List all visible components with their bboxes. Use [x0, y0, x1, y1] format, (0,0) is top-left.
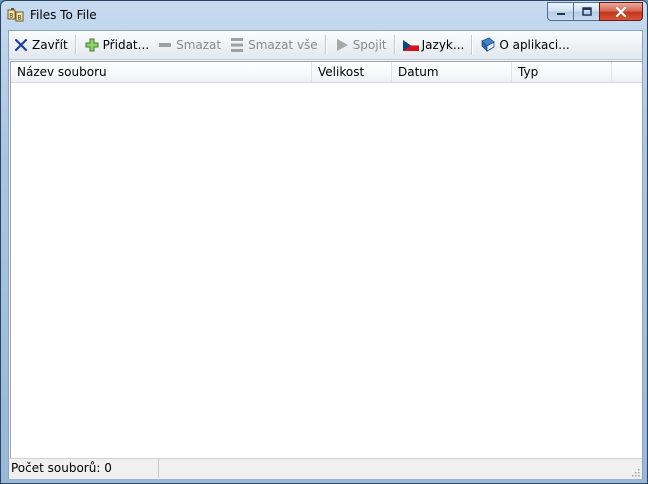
resize-grip-icon[interactable]: [630, 467, 640, 477]
column-header-filler: [612, 62, 642, 82]
remove-button-label: Smazat: [176, 38, 222, 52]
client-area: Zavřít Přidat... Smazat Smazat vše Spoji…: [8, 30, 643, 479]
language-button[interactable]: Jazyk...: [399, 33, 469, 57]
close-button[interactable]: Zavřít: [9, 33, 72, 57]
close-window-button[interactable]: [599, 2, 643, 21]
list-header: Název souboru Velikost Datum Typ: [11, 62, 642, 83]
minimize-icon: [556, 12, 565, 15]
list-minus-icon: [229, 37, 245, 53]
status-bar: Počet souborů: 0: [9, 458, 642, 479]
toolbar-separator: [393, 35, 396, 55]
join-button[interactable]: Spojit: [330, 33, 391, 57]
minimize-button[interactable]: [547, 2, 574, 21]
window-title: Files To File: [30, 8, 97, 22]
about-button-label: O aplikaci...: [499, 38, 570, 52]
caption-buttons: [547, 2, 643, 21]
remove-button[interactable]: Smazat: [153, 33, 225, 57]
file-list[interactable]: Název souboru Velikost Datum Typ: [10, 61, 643, 459]
column-header-type[interactable]: Typ: [512, 62, 612, 82]
add-button-label: Přidat...: [102, 38, 150, 52]
add-button[interactable]: Přidat...: [80, 33, 153, 57]
language-button-label: Jazyk...: [421, 38, 465, 52]
close-icon: [615, 6, 627, 17]
svg-text:B: B: [18, 15, 22, 22]
column-header-name[interactable]: Název souboru: [11, 62, 312, 82]
minus-icon: [157, 37, 173, 53]
maximize-icon: [581, 7, 592, 16]
toolbar: Zavřít Přidat... Smazat Smazat vše Spoji…: [9, 31, 642, 60]
join-button-label: Spojit: [352, 38, 387, 52]
about-button[interactable]: O aplikaci...: [476, 33, 573, 57]
close-button-label: Zavřít: [32, 38, 68, 52]
remove-all-button[interactable]: Smazat vše: [225, 33, 322, 57]
app-window: B B Files To File Zavřít Přidat... Smaza…: [0, 0, 648, 484]
column-header-date[interactable]: Datum: [392, 62, 512, 82]
play-icon: [334, 37, 350, 53]
column-header-size[interactable]: Velikost: [312, 62, 392, 82]
title-bar[interactable]: B B Files To File: [1, 1, 647, 29]
remove-all-button-label: Smazat vše: [248, 38, 318, 52]
status-panel-empty: [159, 459, 642, 478]
cross-icon: [13, 37, 29, 53]
toolbar-separator: [471, 35, 474, 55]
toolbar-separator: [74, 35, 77, 55]
book-icon: [480, 37, 496, 53]
maximize-button[interactable]: [573, 2, 600, 21]
czech-flag-icon: [402, 37, 419, 53]
file-count-status: Počet souborů: 0: [9, 459, 159, 478]
app-icon: B B: [7, 8, 24, 22]
plus-icon: [84, 37, 100, 53]
toolbar-separator: [324, 35, 327, 55]
svg-text:B: B: [9, 13, 13, 20]
